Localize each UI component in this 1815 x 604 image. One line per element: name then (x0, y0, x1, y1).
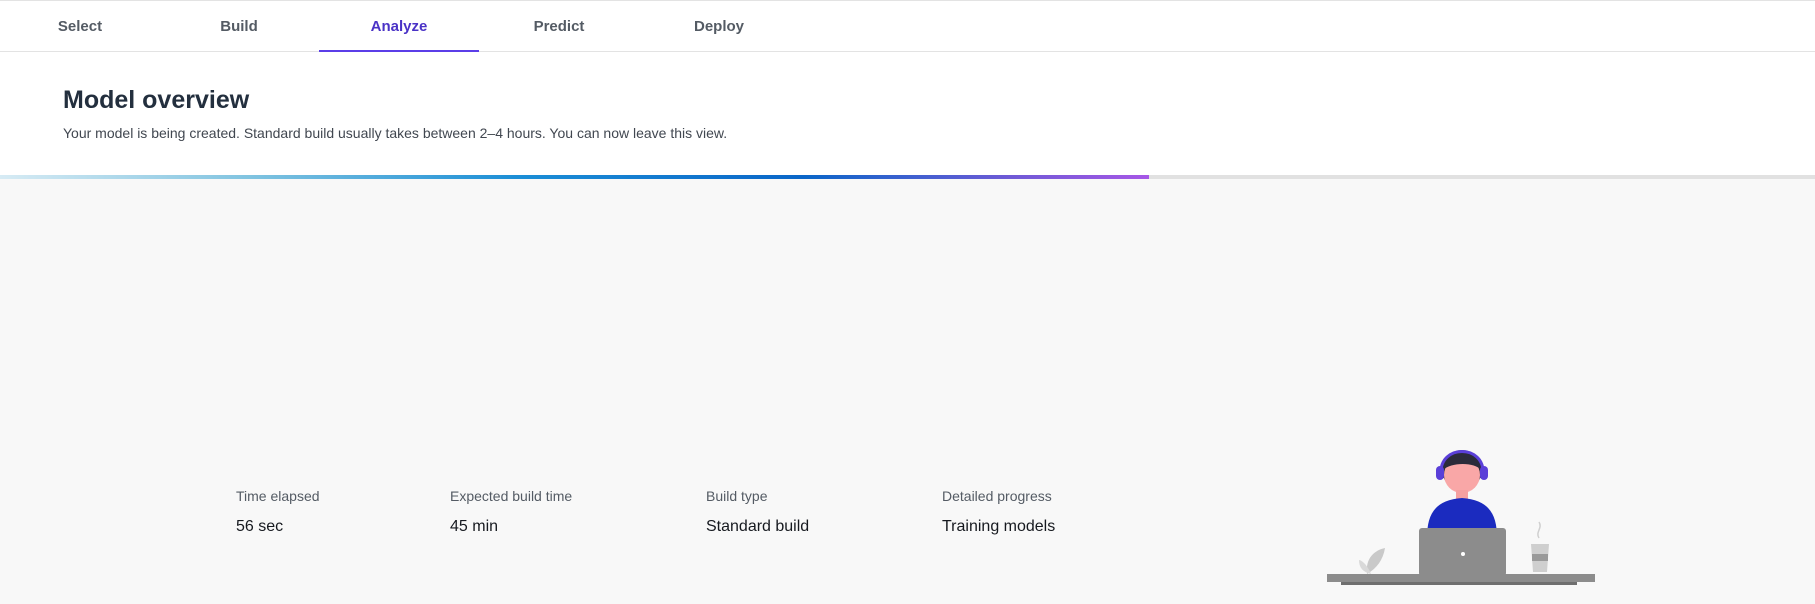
tab-select-label: Select (57, 18, 103, 35)
desk-top (1327, 574, 1595, 582)
coffee-cup-sleeve (1532, 554, 1548, 561)
tab-analyze-label: Analyze (370, 18, 428, 35)
time-elapsed-value: 56 sec (236, 518, 284, 535)
headphone-right (1480, 466, 1488, 480)
model-overview-header: Model overview Your model is being creat… (0, 52, 1815, 175)
build-progress-bar (0, 175, 1815, 179)
expected-build-time-value: 45 min (450, 518, 499, 535)
time-elapsed-label: Time elapsed (236, 488, 320, 504)
tab-select[interactable]: Select (0, 1, 160, 52)
tab-deploy[interactable]: Deploy (639, 1, 799, 52)
expected-build-time-label: Expected build time (450, 488, 573, 504)
detailed-progress-value: Training models (942, 518, 1056, 535)
desk-shadow (1341, 582, 1577, 585)
laptop-logo (1461, 552, 1465, 556)
steam-line (1537, 521, 1541, 539)
headphone-left (1436, 466, 1444, 480)
build-type-label: Build type (706, 488, 768, 504)
top-navigation-tabs: Select Build Analyze Predict Deploy (0, 0, 1815, 52)
build-type-value: Standard build (706, 518, 810, 535)
detailed-progress-label: Detailed progress (942, 488, 1052, 504)
tab-predict[interactable]: Predict (479, 1, 639, 52)
laptop-screen (1419, 528, 1506, 576)
tab-deploy-label: Deploy (693, 18, 744, 35)
tab-build-label: Build (220, 18, 258, 35)
tab-build[interactable]: Build (159, 1, 319, 52)
page-title: Model overview (63, 86, 250, 114)
plant-leaf-shape (1366, 548, 1385, 574)
person-at-laptop-illustration (1327, 450, 1595, 585)
tab-analyze[interactable]: Analyze (319, 1, 479, 52)
status-message: Your model is being created. Standard bu… (63, 125, 728, 141)
build-progress-fill (0, 175, 1149, 179)
tab-predict-label: Predict (533, 18, 585, 35)
